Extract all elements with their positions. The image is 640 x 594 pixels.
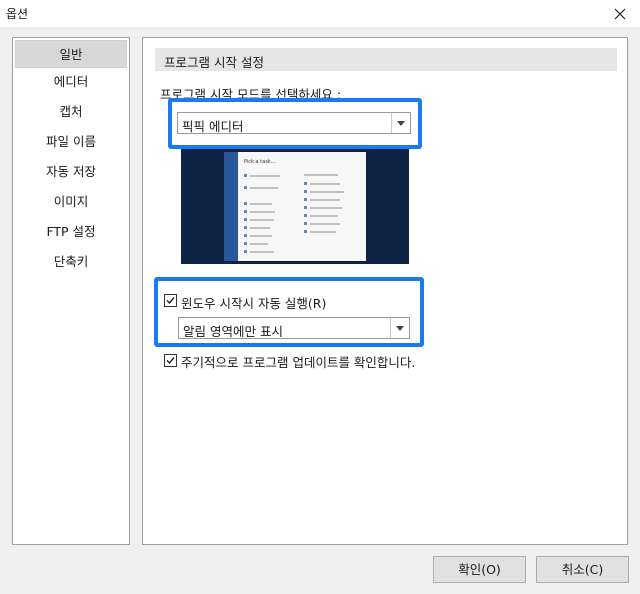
preview-window: Pick a task... bbox=[224, 152, 366, 261]
start-mode-dropdown-button[interactable] bbox=[391, 113, 410, 133]
chevron-down-icon bbox=[396, 325, 404, 331]
options-sidebar: 일반 에디터 캡처 파일 이름 자동 저장 이미지 FTP 설정 단축키 bbox=[12, 37, 130, 545]
autostart-label[interactable]: 윈도우 시작시 자동 실행(R) bbox=[181, 293, 326, 312]
update-check-label[interactable]: 주기적으로 프로그램 업데이트를 확인합니다. bbox=[181, 352, 415, 371]
autostart-checkbox[interactable] bbox=[164, 294, 177, 307]
window-title: 옵션 bbox=[6, 7, 29, 21]
sidebar-item-general[interactable]: 일반 bbox=[15, 40, 127, 68]
chevron-down-icon bbox=[397, 120, 405, 126]
close-button[interactable] bbox=[600, 0, 640, 27]
section-header: 프로그램 시작 설정 bbox=[155, 48, 617, 71]
autostart-mode-select[interactable]: 알림 영역에만 표시 bbox=[178, 317, 410, 339]
autostart-mode-value: 알림 영역에만 표시 bbox=[183, 324, 283, 339]
checkmark-icon bbox=[166, 357, 175, 365]
sidebar-item-filename[interactable]: 파일 이름 bbox=[15, 128, 127, 156]
sidebar-item-image[interactable]: 이미지 bbox=[15, 188, 127, 216]
sidebar-item-hotkeys[interactable]: 단축키 bbox=[15, 248, 127, 276]
preview-title: Pick a task... bbox=[244, 159, 276, 165]
update-check-checkbox[interactable] bbox=[164, 354, 177, 367]
sidebar-item-autosave[interactable]: 자동 저장 bbox=[15, 158, 127, 186]
start-mode-value: 픽픽 에디터 bbox=[182, 119, 244, 134]
cancel-button[interactable]: 취소(C) bbox=[536, 556, 629, 583]
title-bar: 옵션 bbox=[0, 0, 640, 27]
sidebar-item-capture[interactable]: 캡처 bbox=[15, 98, 127, 126]
preview-sidebar bbox=[224, 152, 238, 261]
autostart-dropdown-button[interactable] bbox=[390, 318, 409, 338]
checkmark-icon bbox=[166, 297, 175, 305]
sidebar-item-ftp[interactable]: FTP 설정 bbox=[15, 218, 127, 246]
settings-panel: 프로그램 시작 설정 프로그램 시작 모드를 선택하세요 : 픽픽 에디터 Pi… bbox=[142, 37, 628, 545]
start-mode-select[interactable]: 픽픽 에디터 bbox=[177, 112, 411, 134]
editor-preview-image: Pick a task... bbox=[181, 149, 409, 264]
section-title: 프로그램 시작 설정 bbox=[164, 55, 264, 70]
close-icon bbox=[614, 8, 626, 19]
ok-button[interactable]: 확인(O) bbox=[433, 556, 526, 583]
sidebar-item-editor[interactable]: 에디터 bbox=[15, 68, 127, 96]
